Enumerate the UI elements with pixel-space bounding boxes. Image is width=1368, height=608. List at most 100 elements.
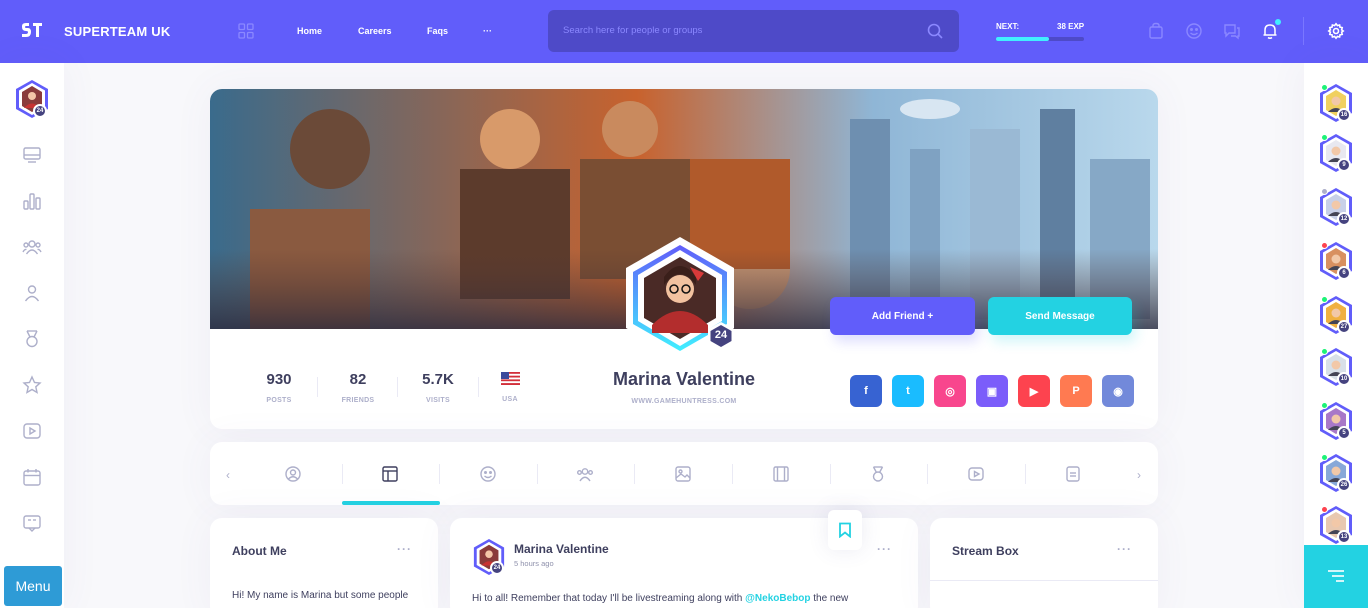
tabs-prev-arrow-icon[interactable]: ‹ — [226, 468, 230, 482]
settings-gear-icon[interactable] — [1327, 22, 1345, 40]
post-mention-link[interactable]: @NekoBebop — [745, 593, 810, 604]
profile-website[interactable]: WWW.GAMEHUNTRESS.COM — [580, 398, 788, 405]
messages-icon[interactable] — [1223, 22, 1241, 40]
friend-level-badge: 27 — [1337, 320, 1351, 334]
youtube-glyph: ▶ — [1029, 385, 1039, 398]
user-avatar[interactable]: 24 — [14, 79, 50, 119]
friend-level-badge: 5 — [1337, 426, 1351, 440]
patreon-glyph: P — [1072, 385, 1080, 397]
friend-avatar[interactable]: 13 — [1318, 505, 1354, 545]
twitch-glyph: ▣ — [986, 385, 998, 398]
profile-level-value: 24 — [714, 329, 728, 341]
stream-options-icon[interactable]: ··· — [1117, 542, 1132, 556]
streams-tab[interactable] — [927, 442, 1024, 505]
twitter-glyph: t — [906, 385, 910, 397]
search-placeholder: Search here for people or groups — [563, 25, 703, 36]
friend-status-dot — [1321, 134, 1328, 141]
about-title: About Me — [232, 544, 287, 558]
stream-divider — [930, 580, 1158, 581]
profile-level-badge: 24 — [706, 321, 736, 351]
friend-avatar[interactable]: 16 — [1318, 83, 1354, 123]
twitter-icon[interactable]: t — [892, 375, 924, 407]
photos-tab[interactable] — [634, 442, 731, 505]
forums-icon[interactable] — [22, 513, 42, 533]
events-calendar-icon[interactable] — [22, 467, 42, 487]
grid-menu-icon[interactable] — [238, 23, 254, 39]
friend-avatar[interactable]: 10 — [1318, 347, 1354, 387]
friend-status-dot — [1321, 348, 1328, 355]
friend-avatar[interactable]: 9 — [1318, 133, 1354, 173]
tab-divider — [1024, 464, 1026, 484]
post-timestamp: 5 hours ago — [514, 559, 554, 568]
post-author-avatar[interactable]: 24 — [472, 538, 506, 576]
members-icon[interactable] — [22, 283, 42, 303]
friend-level-badge: 12 — [1337, 212, 1351, 226]
facebook-icon[interactable]: f — [850, 375, 882, 407]
post-text-end: the new — [810, 593, 849, 604]
profile-name[interactable]: Marina Valentine — [580, 369, 788, 390]
friend-level-badge: 13 — [1337, 530, 1351, 544]
tab-divider — [732, 464, 733, 484]
friend-level-badge: 16 — [1337, 108, 1351, 122]
badges-tab[interactable] — [830, 442, 927, 505]
timeline-tab[interactable] — [342, 442, 439, 505]
friend-avatar[interactable]: 12 — [1318, 187, 1354, 227]
search-input[interactable]: Search here for people or groups — [548, 10, 959, 52]
friends-icon — [479, 465, 496, 482]
friend-avatar[interactable]: 5 — [1318, 401, 1354, 441]
bookmark-icon[interactable] — [828, 510, 862, 550]
shopping-bag-icon[interactable] — [1147, 22, 1165, 40]
chat-toggle-button[interactable] — [1304, 545, 1368, 608]
groups-icon — [577, 467, 594, 481]
youtube-icon[interactable]: ▶ — [1018, 375, 1050, 407]
discord-glyph: ◉ — [1113, 385, 1123, 398]
instagram-icon[interactable]: ◎ — [934, 375, 966, 407]
brand-logo-icon[interactable] — [20, 22, 44, 40]
badges-icon — [872, 465, 884, 482]
user-level-badge: 24 — [33, 104, 47, 118]
stat-friends: 82 FRIENDS — [323, 371, 393, 404]
friend-avatar[interactable]: 27 — [1318, 295, 1354, 335]
streams-icon[interactable] — [22, 421, 42, 441]
stream-box-title: Stream Box — [952, 544, 1019, 558]
post-author-name[interactable]: Marina Valentine — [514, 542, 609, 556]
brand-name[interactable]: SUPERTEAM UK — [64, 24, 170, 39]
nav-faqs[interactable]: Faqs — [427, 26, 448, 36]
about-icon — [284, 465, 301, 482]
about-options-icon[interactable]: ··· — [397, 542, 412, 556]
post-options-icon[interactable]: ··· — [877, 542, 892, 556]
blog-icon — [1066, 465, 1080, 482]
quests-star-icon[interactable] — [22, 375, 42, 395]
badges-icon[interactable] — [22, 329, 42, 349]
country-label: USA — [502, 396, 518, 403]
friend-avatar[interactable]: 26 — [1318, 453, 1354, 493]
notifications-icon[interactable] — [1261, 19, 1281, 40]
about-text: Hi! My name is Marina but some people — [232, 590, 409, 601]
add-friend-button[interactable]: Add Friend + — [830, 297, 975, 335]
friend-avatar[interactable]: 6 — [1318, 241, 1354, 281]
groups-tab[interactable] — [537, 442, 634, 505]
stat-divider — [478, 377, 479, 397]
menu-button[interactable]: Menu — [4, 566, 62, 606]
newsfeed-icon[interactable] — [22, 145, 42, 165]
send-message-button[interactable]: Send Message — [988, 297, 1132, 335]
nav-careers[interactable]: Careers — [358, 26, 392, 36]
discord-icon[interactable]: ◉ — [1102, 375, 1134, 407]
overview-icon[interactable] — [22, 191, 42, 211]
left-sidebar: 24 — [0, 63, 64, 608]
groups-icon[interactable] — [22, 237, 42, 257]
nav-home[interactable]: Home — [297, 26, 322, 36]
search-icon[interactable] — [927, 23, 943, 39]
videos-tab[interactable] — [732, 442, 829, 505]
stat-friends-label: FRIENDS — [341, 397, 375, 404]
patreon-icon[interactable]: P — [1060, 375, 1092, 407]
friend-requests-icon[interactable] — [1185, 22, 1203, 40]
nav-more[interactable]: ··· — [483, 26, 492, 36]
blog-tab[interactable] — [1025, 442, 1122, 505]
facebook-glyph: f — [864, 385, 868, 397]
friends-tab[interactable] — [439, 442, 536, 505]
about-tab[interactable] — [244, 442, 341, 505]
tabs-next-arrow-icon[interactable]: › — [1137, 468, 1141, 482]
tab-divider — [439, 464, 441, 484]
twitch-icon[interactable]: ▣ — [976, 375, 1008, 407]
